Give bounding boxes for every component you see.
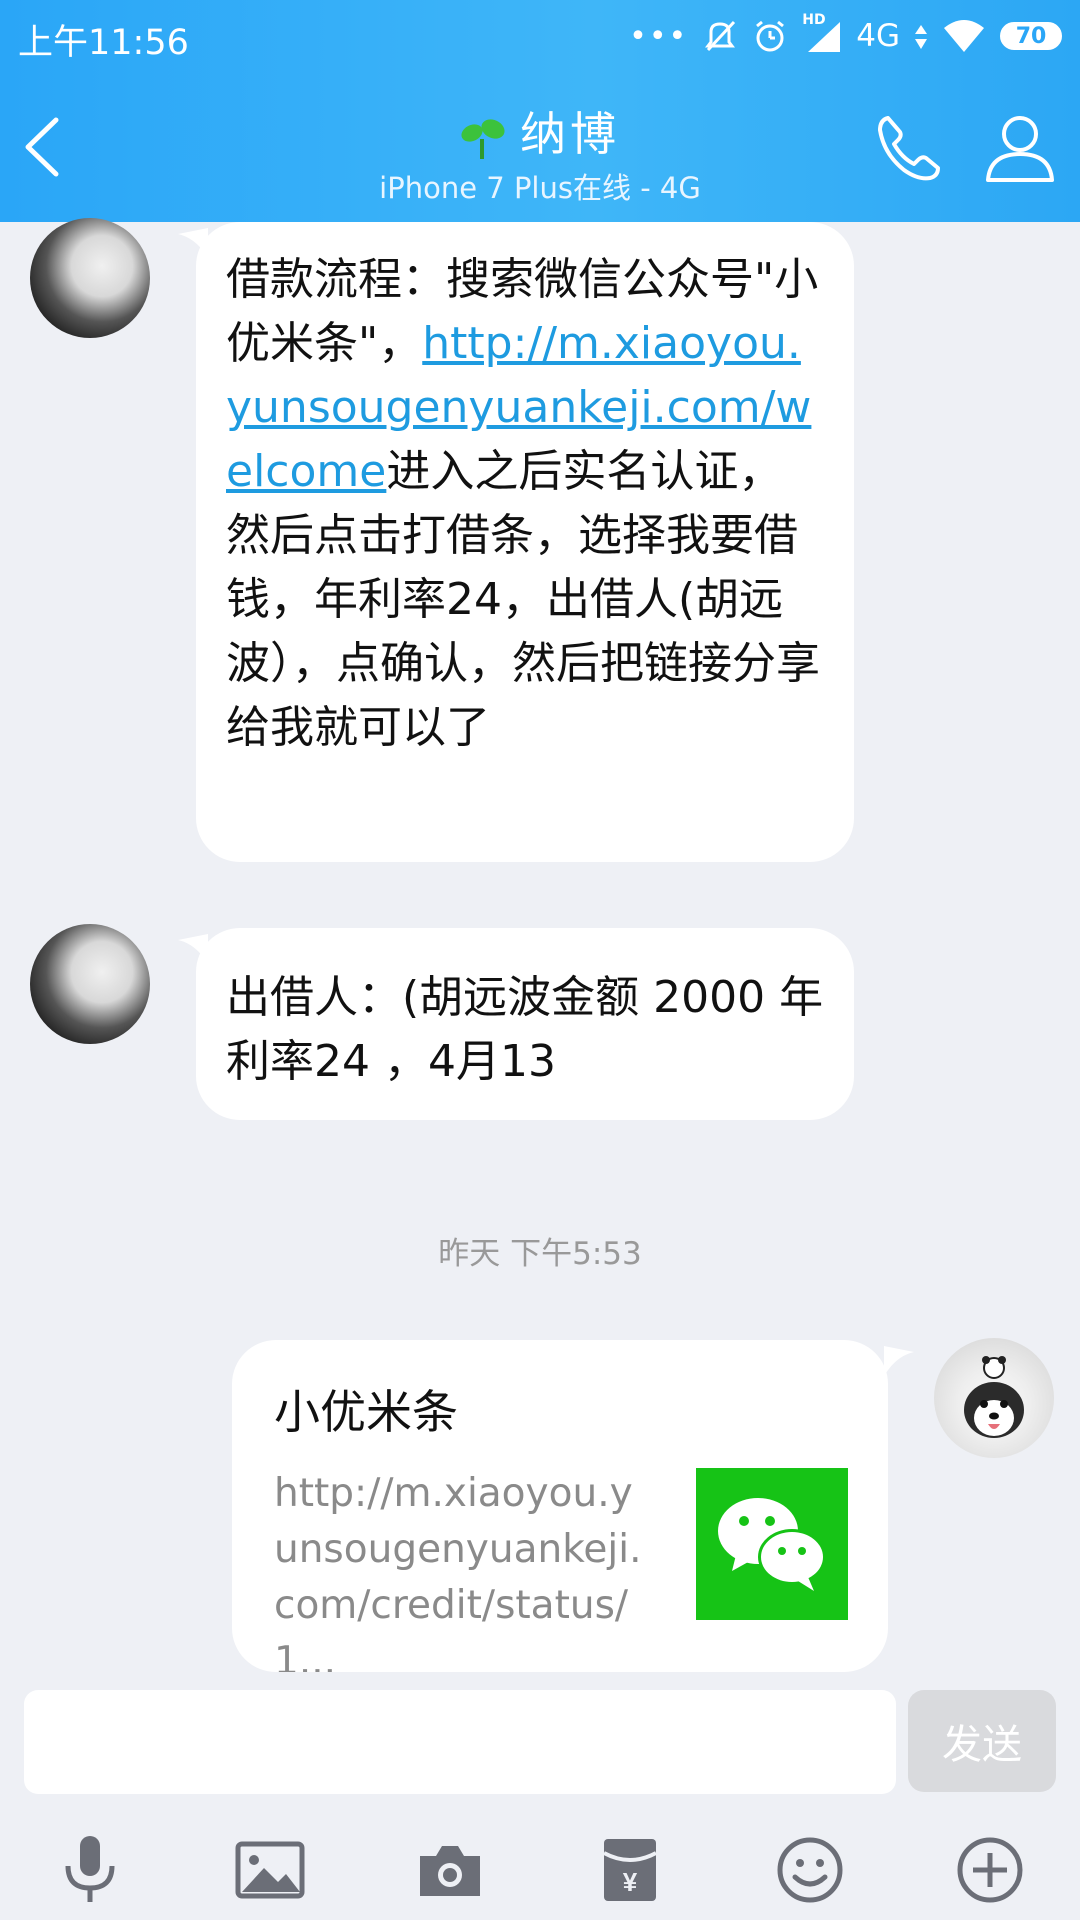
- message-timestamp: 昨天 下午5:53: [438, 1236, 642, 1272]
- card-title: 小优米条: [274, 1385, 458, 1439]
- alarm-icon: [756, 20, 785, 52]
- wifi-icon: [944, 20, 984, 52]
- bubble-tail: [884, 1346, 914, 1376]
- camera-icon[interactable]: [408, 1828, 492, 1912]
- status-icons: ••• HD 4G 70: [629, 12, 1062, 58]
- signal-hd-icon: HD: [802, 12, 842, 54]
- status-bar: 上午11:56 ••• HD 4G 70: [0, 0, 1080, 72]
- data-arrows-icon: [915, 25, 927, 49]
- message-bubble[interactable]: 出借人：(胡远波金额 2000 年利率24 ，4月13: [196, 928, 854, 1120]
- status-time: 上午11:56: [18, 23, 189, 63]
- message-text: 出借人：(胡远波金额 2000 年利率24 ，4月13: [226, 972, 824, 1087]
- contact-avatar[interactable]: [30, 924, 150, 1044]
- my-avatar[interactable]: [934, 1338, 1054, 1458]
- input-area: 发送 ¥: [0, 1672, 1080, 1920]
- sprout-icon: [461, 118, 505, 159]
- phone-icon[interactable]: [870, 108, 950, 188]
- mute-bell-icon: [705, 20, 736, 52]
- chat-header: 上午11:56 ••• HD 4G 70 纳博 iPhone 7 Plus在线 …: [0, 0, 1080, 222]
- more-dots-icon: •••: [629, 18, 689, 54]
- send-button[interactable]: 发送: [908, 1690, 1056, 1792]
- wechat-logo-icon: [696, 1468, 848, 1620]
- svg-text:¥: ¥: [623, 1867, 638, 1897]
- input-toolbar: ¥: [0, 1822, 1080, 1920]
- red-packet-icon[interactable]: ¥: [588, 1828, 672, 1912]
- message-input[interactable]: [24, 1690, 896, 1794]
- plus-icon[interactable]: [948, 1828, 1032, 1912]
- network-label: 4G: [856, 18, 900, 54]
- image-icon[interactable]: [228, 1828, 312, 1912]
- microphone-icon[interactable]: [48, 1828, 132, 1912]
- message-bubble[interactable]: 借款流程：搜索微信公众号"小优米条"，http://m.xiaoyou.yuns…: [196, 222, 854, 862]
- contact-name-text: 纳博: [520, 107, 620, 161]
- contact-avatar[interactable]: [30, 218, 150, 338]
- link-card-bubble[interactable]: 小优米条 http://m.xiaoyou.yunsougenyuankeji.…: [232, 1340, 888, 1684]
- card-url: http://m.xiaoyou.yunsougenyuankeji.com/c…: [274, 1471, 642, 1684]
- battery-icon: 70: [1000, 22, 1062, 50]
- profile-icon[interactable]: [980, 108, 1060, 188]
- emoji-icon[interactable]: [768, 1828, 852, 1912]
- hd-label: HD: [802, 12, 826, 28]
